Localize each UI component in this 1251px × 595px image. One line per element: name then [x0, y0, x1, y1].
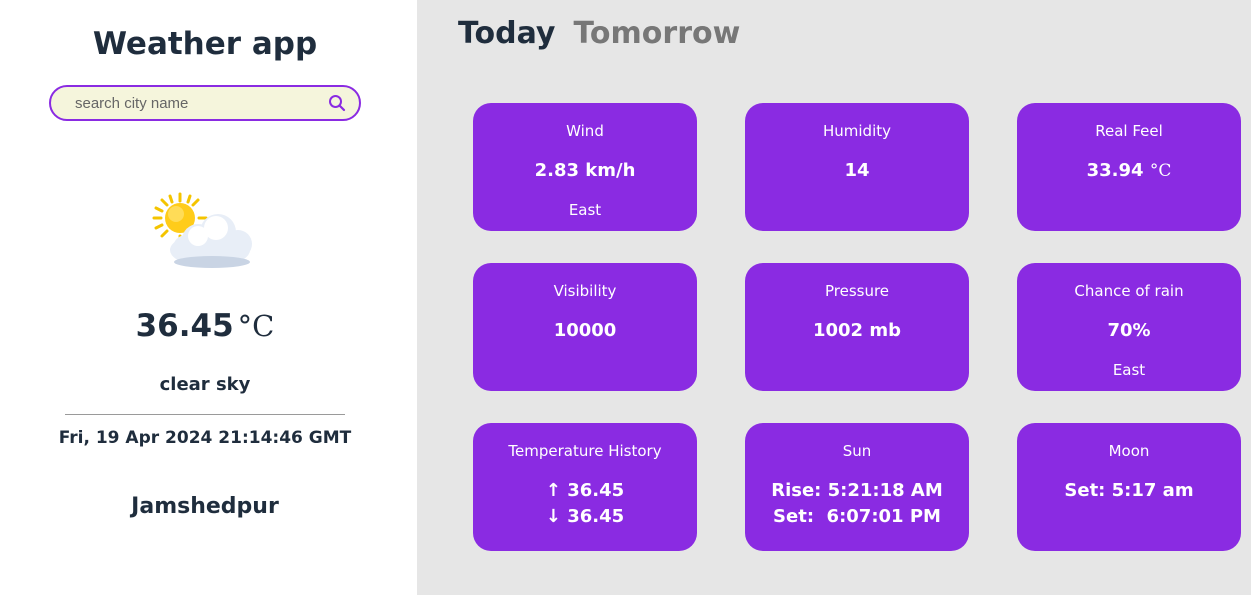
pressure-title: Pressure	[824, 282, 890, 300]
rain-direction: East	[1112, 361, 1146, 379]
app-title: Weather app	[92, 26, 318, 62]
temperature-low: 36.45	[567, 506, 625, 527]
rain-title: Chance of rain	[1074, 282, 1184, 300]
search-bar[interactable]	[49, 85, 361, 121]
sunset: Set: 6:07:01 PM	[773, 506, 941, 527]
visibility-value: 10000	[553, 320, 617, 341]
humidity-card: Humidity 14	[745, 103, 969, 231]
temperature-low-row: ↓ 36.45	[473, 506, 697, 527]
wind-title: Wind	[566, 122, 604, 140]
real-feel-value-row: 33.94 °C	[1017, 160, 1241, 181]
sun-behind-cloud-icon	[140, 188, 270, 278]
real-feel-unit: °C	[1149, 161, 1172, 181]
weather-app: Weather app search city name 36.45 °C cl…	[0, 0, 1251, 595]
datetime: Fri, 19 Apr 2024 21:14:46 GMT	[58, 428, 352, 448]
real-feel-value: 33.94	[1086, 160, 1144, 181]
wind-card: Wind 2.83 km/h East	[473, 103, 697, 231]
rain-value: 70%	[1107, 320, 1151, 341]
sidebar: Weather app search city name 36.45 °C cl…	[0, 0, 417, 595]
main-panel: Today Tomorrow Wind 2.83 km/h East Humid…	[417, 0, 1251, 595]
pressure-value: 1002 mb	[812, 320, 901, 341]
rain-card: Chance of rain 70% East	[1017, 263, 1241, 391]
search-input[interactable]	[75, 94, 327, 112]
moon-card: Moon Set: 5:17 am	[1017, 423, 1241, 551]
sun-title: Sun	[842, 442, 872, 460]
real-feel-card: Real Feel 33.94 °C	[1017, 103, 1241, 231]
sunrise: Rise: 5:21:18 AM	[771, 480, 943, 501]
current-temperature: 36.45 °C	[0, 308, 410, 344]
temperature-unit: °C	[237, 309, 275, 343]
tab-tomorrow[interactable]: Tomorrow	[573, 16, 740, 51]
temperature-value: 36.45	[135, 308, 234, 344]
sun-card: Sun Rise: 5:21:18 AM Set: 6:07:01 PM	[745, 423, 969, 551]
real-feel-title: Real Feel	[1095, 122, 1163, 140]
temperature-history-card: Temperature History ↑ 36.45 ↓ 36.45	[473, 423, 697, 551]
divider	[65, 414, 345, 415]
pressure-card: Pressure 1002 mb	[745, 263, 969, 391]
temperature-history-title: Temperature History	[508, 442, 662, 460]
wind-direction: East	[568, 201, 602, 219]
tab-today[interactable]: Today	[458, 16, 555, 51]
visibility-card: Visibility 10000	[473, 263, 697, 391]
visibility-title: Visibility	[553, 282, 617, 300]
moonset: Set: 5:17 am	[1064, 480, 1194, 501]
weather-description: clear sky	[159, 374, 251, 395]
arrow-down-icon: ↓	[545, 506, 561, 527]
humidity-title: Humidity	[822, 122, 891, 140]
temperature-high: 36.45	[567, 480, 625, 501]
humidity-value: 14	[844, 160, 870, 181]
search-icon[interactable]	[327, 93, 347, 113]
city-name: Jamshedpur	[131, 494, 279, 519]
arrow-up-icon: ↑	[545, 480, 561, 501]
temperature-high-row: ↑ 36.45	[473, 480, 697, 501]
moon-title: Moon	[1108, 442, 1150, 460]
wind-speed: 2.83 km/h	[534, 160, 636, 181]
day-tabs: Today Tomorrow	[458, 16, 740, 51]
